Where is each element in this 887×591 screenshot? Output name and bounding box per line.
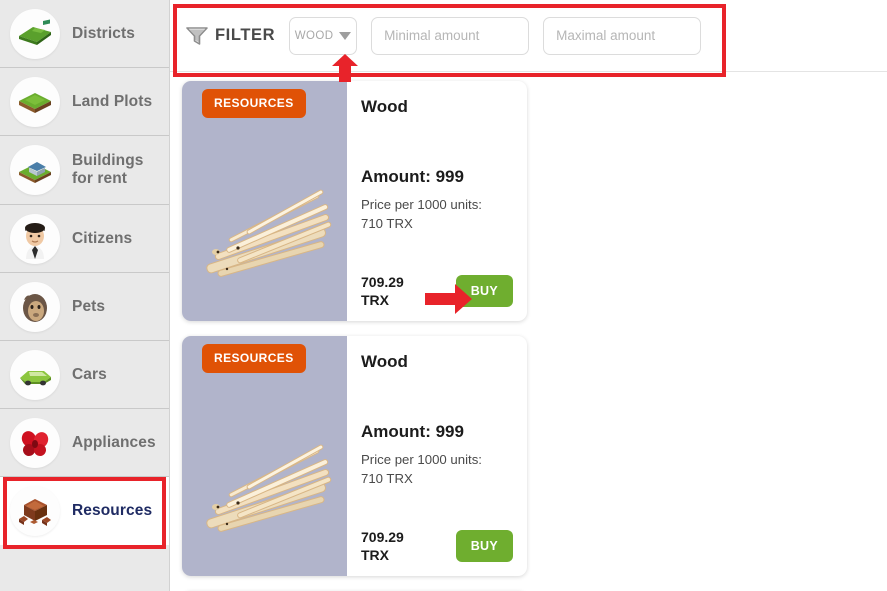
category-badge: RESOURCES (202, 89, 306, 118)
cars-icon (10, 349, 60, 400)
card-price-label: Price per 1000 units: (361, 452, 482, 467)
wood-planks-image (194, 431, 344, 541)
sidebar-filler (0, 545, 169, 585)
sidebar-item-cars[interactable]: Cars (0, 341, 169, 409)
card-amount: Amount: 999 (361, 167, 464, 186)
sidebar-item-pets[interactable]: Pets (0, 273, 169, 341)
sidebar-item-districts[interactable]: Districts (0, 0, 169, 68)
card-body: Wood Amount: 999 Price per 1000 units: 7… (347, 81, 527, 321)
sidebar-item-label: Buildings for rent (72, 152, 144, 187)
card-image-panel: RESOURCES (182, 336, 347, 576)
sidebar-item-appliances[interactable]: Appliances (0, 409, 169, 477)
districts-icon (10, 8, 60, 59)
card-amount: Amount: 999 (361, 422, 464, 441)
category-dropdown-value: WOOD (294, 29, 334, 42)
sidebar-item-label: Appliances (72, 433, 156, 451)
chevron-down-icon (339, 31, 352, 40)
category-dropdown[interactable]: WOOD (289, 16, 358, 55)
main-content: FILTER WOOD RESOURCES (170, 0, 887, 591)
buy-button[interactable]: BUY (455, 274, 513, 307)
citizens-icon (10, 213, 60, 264)
card-body: Wood Amount: 999 Price per 1000 units: 7… (347, 336, 527, 576)
marketplace-screen: Districts Land Plots Buildings for rent … (0, 0, 887, 591)
card-total-price: 709.29 TRX (361, 273, 404, 308)
sidebar-item-label: Pets (72, 297, 106, 315)
land-plots-icon (10, 76, 60, 127)
min-amount-input[interactable] (371, 16, 530, 55)
card-title: Wood (361, 352, 408, 371)
card-price-label: Price per 1000 units: (361, 197, 482, 212)
sidebar-item-label: Cars (72, 365, 107, 383)
resource-card[interactable]: RESOURCES Wood Amount: 999 Price per 100… (182, 336, 527, 576)
pets-icon (10, 281, 60, 332)
buildings-icon (10, 145, 60, 195)
resources-icon (10, 485, 60, 536)
card-price-value: 710 TRX (361, 216, 413, 232)
sidebar-item-land-plots[interactable]: Land Plots (0, 68, 169, 136)
card-price-value: 710 TRX (361, 471, 413, 487)
resource-card[interactable]: RESOURCES Wood Amount: 999 Price per 100… (182, 81, 527, 321)
resource-card-grid: RESOURCES Wood Amount: 999 Price per 100… (170, 72, 887, 591)
card-title: Wood (361, 97, 408, 116)
category-badge: RESOURCES (202, 344, 306, 373)
sidebar-item-label: Citizens (72, 229, 133, 247)
sidebar-item-citizens[interactable]: Citizens (0, 205, 169, 273)
card-image-panel: RESOURCES (182, 81, 347, 321)
filter-label: FILTER (215, 26, 276, 44)
filter-bar: FILTER WOOD (170, 0, 887, 72)
card-footer: 709.29 TRX BUY (361, 528, 513, 564)
sidebar-item-label: Resources (72, 501, 153, 519)
max-amount-input[interactable] (543, 16, 702, 55)
sidebar-item-label: Districts (72, 24, 135, 42)
wood-planks-image (194, 176, 344, 286)
sidebar-item-buildings-for-rent[interactable]: Buildings for rent (0, 136, 169, 205)
buy-button[interactable]: BUY (455, 529, 513, 562)
funnel-icon (186, 26, 208, 46)
card-total-price: 709.29 TRX (361, 528, 404, 563)
card-footer: 709.29 TRX BUY (361, 273, 513, 309)
sidebar-item-resources[interactable]: Resources (0, 477, 169, 545)
sidebar-nav: Districts Land Plots Buildings for rent … (0, 0, 170, 591)
appliances-icon (10, 417, 60, 468)
sidebar-item-label: Land Plots (72, 92, 153, 110)
